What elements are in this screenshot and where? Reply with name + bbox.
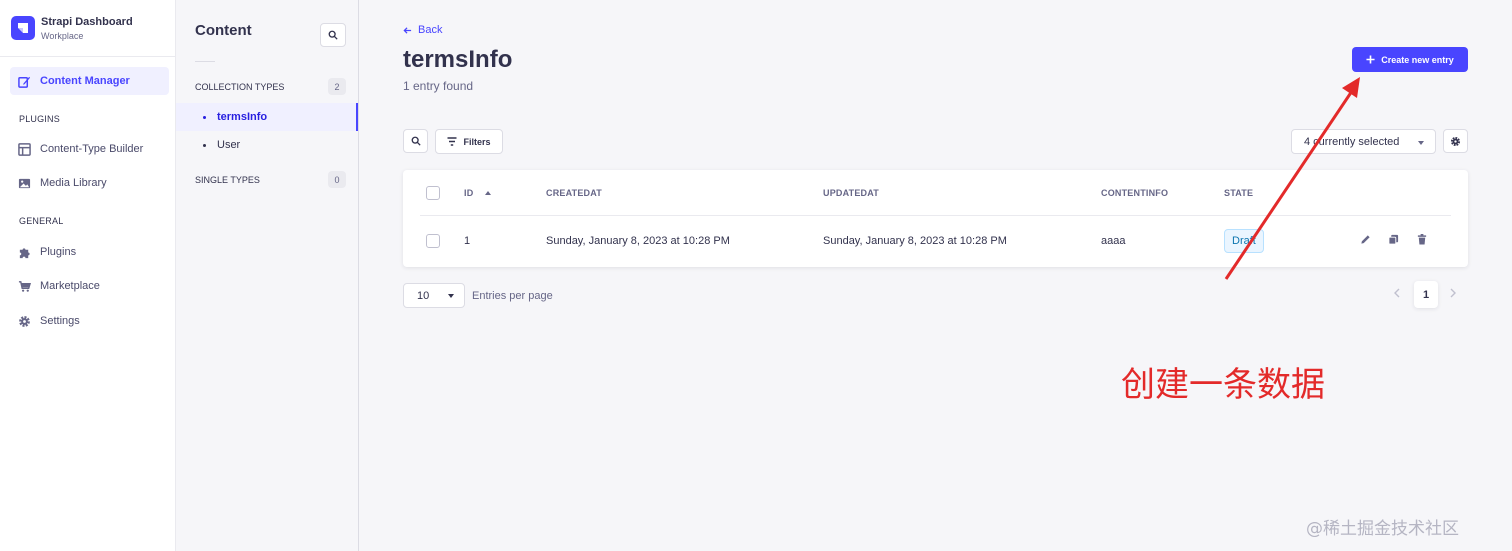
pagination-page-1[interactable]: 1	[1414, 281, 1438, 308]
table-settings-button[interactable]	[1443, 129, 1468, 153]
sort-ascending-icon	[485, 191, 492, 195]
displayed-columns-select[interactable]: 4 currently selected	[1291, 129, 1436, 154]
nav-item-media-library[interactable]: Media Library	[18, 173, 107, 193]
entries-per-page-value: 10	[417, 289, 430, 302]
back-link[interactable]: Back	[403, 24, 442, 36]
header-divider	[420, 215, 1451, 216]
back-label: Back	[418, 24, 443, 36]
subnav-item-label: termsInfo	[217, 111, 268, 123]
search-icon	[411, 136, 421, 146]
chevron-down-icon	[448, 294, 454, 298]
bullet-icon	[203, 115, 206, 119]
annotation-text: 创建一条数据	[1121, 365, 1325, 405]
subnav-item-label: User	[217, 139, 241, 151]
collection-types-count: 2	[328, 78, 346, 95]
trash-icon[interactable]	[1417, 234, 1427, 245]
nav-item-label: Marketplace	[40, 280, 100, 292]
shopping-cart-icon	[18, 280, 31, 292]
subnav-title: Content	[195, 22, 252, 39]
strapi-logo-icon	[11, 16, 35, 40]
row-checkbox[interactable]	[426, 234, 440, 248]
plus-icon	[1366, 55, 1375, 64]
gear-icon	[1450, 136, 1461, 146]
brand-header[interactable]: Strapi Dashboard Workplace	[0, 0, 175, 57]
nav-item-marketplace[interactable]: Marketplace	[18, 276, 100, 296]
column-header-id[interactable]: ID	[464, 188, 492, 198]
entries-per-page-select[interactable]: 10	[403, 283, 465, 308]
displayed-columns-value: 4 currently selected	[1304, 135, 1400, 148]
puzzle-icon	[19, 247, 30, 258]
main-navigation: Strapi Dashboard Workplace Content Manag…	[0, 0, 176, 551]
nav-item-label: Content-Type Builder	[40, 143, 144, 155]
cell-contentinfo[interactable]: aaaa	[1101, 235, 1125, 247]
watermark: @稀土掘金技术社区	[1306, 519, 1459, 539]
select-all-checkbox[interactable]	[426, 186, 440, 200]
chevron-down-icon	[1418, 141, 1424, 145]
entries-table: ID CREATEDAT UPDATEDAT CONTENTINFO STATE…	[403, 170, 1468, 267]
filters-label: Filters	[463, 136, 491, 147]
column-header-updatedat[interactable]: UPDATEDAT	[823, 188, 879, 198]
column-header-state[interactable]: STATE	[1224, 188, 1253, 198]
single-types-heading: SINGLE TYPES	[195, 175, 260, 185]
create-new-entry-button[interactable]: Create new entry	[1352, 47, 1468, 72]
entries-per-page-label: Entries per page	[472, 290, 553, 302]
nav-section-plugins: PLUGINS	[19, 114, 60, 124]
brand-subtitle: Workplace	[41, 30, 84, 41]
chevron-left-icon[interactable]	[1393, 288, 1400, 298]
nav-item-content-manager[interactable]: Content Manager	[10, 67, 169, 95]
chevron-right-icon[interactable]	[1450, 288, 1457, 298]
entry-count: 1 entry found	[403, 79, 474, 93]
nav-item-content-type-builder[interactable]: Content-Type Builder	[18, 139, 143, 159]
nav-item-label: Media Library	[40, 177, 107, 189]
filter-icon	[447, 137, 457, 146]
subnav-item-termsinfo[interactable]: termsInfo	[176, 103, 358, 131]
edit-icon	[18, 76, 31, 88]
status-badge: Draft	[1224, 229, 1264, 253]
arrow-left-icon	[403, 26, 412, 34]
column-header-createdat[interactable]: CREATEDAT	[546, 188, 602, 198]
create-new-entry-label: Create new entry	[1381, 54, 1454, 65]
gear-icon	[19, 315, 30, 327]
nav-item-label: Settings	[40, 315, 80, 327]
subnav-item-user[interactable]: User	[176, 131, 358, 159]
duplicate-icon[interactable]	[1388, 234, 1399, 245]
nav-item-label: Plugins	[40, 246, 77, 258]
page-title: termsInfo	[403, 46, 513, 73]
filters-button[interactable]: Filters	[435, 129, 503, 154]
collection-types-heading: COLLECTION TYPES	[195, 82, 285, 92]
brand-title: Strapi Dashboard	[41, 15, 133, 28]
nav-item-settings[interactable]: Settings	[18, 311, 80, 331]
subnav-divider	[195, 61, 215, 62]
cell-updatedat[interactable]: Sunday, January 8, 2023 at 10:28 PM	[823, 235, 1007, 247]
nav-item-label: Content Manager	[40, 75, 130, 87]
search-icon	[328, 30, 338, 40]
single-types-count: 0	[328, 171, 346, 188]
layout-icon	[18, 142, 31, 156]
bullet-icon	[203, 143, 206, 147]
nav-section-general: GENERAL	[19, 216, 64, 226]
subnav-search-button[interactable]	[320, 23, 346, 47]
table-search-button[interactable]	[403, 129, 428, 153]
pencil-icon[interactable]	[1360, 234, 1371, 245]
content-subnavigation: Content COLLECTION TYPES 2 termsInfo Use…	[176, 0, 359, 551]
nav-item-plugins[interactable]: Plugins	[18, 242, 76, 262]
picture-icon	[18, 178, 31, 188]
cell-id[interactable]: 1	[464, 235, 470, 247]
cell-createdat[interactable]: Sunday, January 8, 2023 at 10:28 PM	[546, 235, 730, 247]
column-header-contentinfo[interactable]: CONTENTINFO	[1101, 188, 1168, 198]
